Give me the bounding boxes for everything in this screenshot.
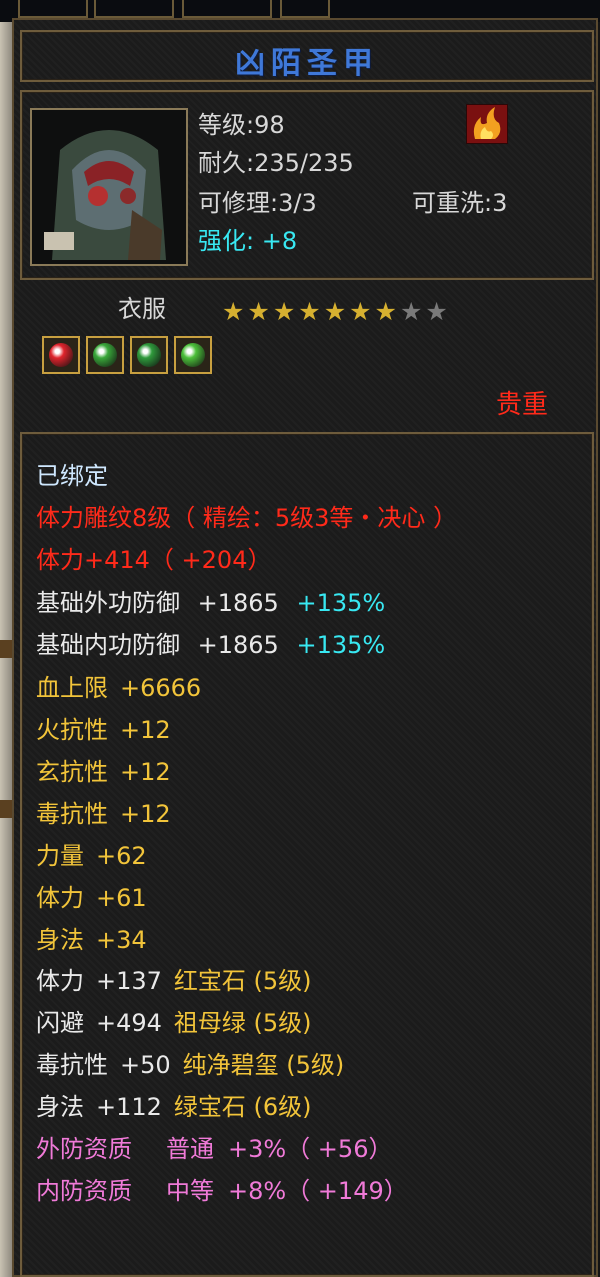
enhance-value: +8 [261, 227, 298, 255]
jade-gem-icon[interactable] [130, 336, 168, 374]
inner-defense-value: +1865 [197, 631, 279, 659]
title-frame: 凶陌圣甲 [20, 30, 594, 82]
inner-quality: 内防资质 中等 +8%（ +149） [36, 1176, 408, 1206]
item-rewash: 可重洗:3 [412, 189, 508, 217]
inner-defense-label: 基础内功防御 [36, 631, 180, 659]
stamina-label: 体力 [36, 884, 84, 912]
star-filled-icon: ★ [272, 297, 296, 326]
strength-label: 力量 [36, 842, 84, 870]
gem-dot [93, 343, 117, 367]
outer-defense: 基础外功防御 +1865 +135% [36, 588, 385, 618]
item-enhance: 强化: +8 [198, 226, 297, 256]
xuan-resist-label: 玄抗性 [36, 758, 108, 786]
gem-stat-row: 毒抗性 +50 纯净碧玺 (5级) [36, 1050, 344, 1080]
inner-defense-pct: +135% [296, 631, 386, 659]
agility-value: +34 [96, 926, 147, 954]
outer-defense-label: 基础外功防御 [36, 589, 180, 617]
star-filled-icon: ★ [247, 297, 270, 326]
hp-max-value: +6666 [120, 674, 202, 702]
background-marker [0, 640, 12, 658]
background-marker [0, 800, 12, 818]
star-empty-icon: ★ [425, 297, 448, 326]
item-icon-armor [30, 108, 188, 266]
gem-stat-value: +137 [96, 967, 162, 995]
star-filled-icon: ★ [374, 297, 397, 326]
gem-stat-label: 身法 [36, 1093, 84, 1121]
gem-stat-row: 闪避 +494 祖母绿 (5级) [36, 1008, 312, 1038]
item-type: 衣服 [118, 295, 166, 323]
agility: 身法 +34 [36, 925, 147, 955]
gem-stat-gem: 红宝石 (5级) [173, 967, 312, 995]
star-filled-icon: ★ [349, 297, 372, 326]
fire-resist-label: 火抗性 [36, 716, 108, 744]
hp-max-label: 血上限 [36, 674, 108, 702]
stamina-main: 体力+414（ +204） [36, 546, 272, 574]
top-tab-2[interactable] [94, 0, 174, 18]
star-filled-icon: ★ [222, 297, 245, 326]
item-repair: 可修理:3/3 [198, 189, 317, 217]
gem-dot [49, 343, 73, 367]
quality-label: 外防资质 [36, 1135, 132, 1163]
top-tab-1[interactable] [18, 0, 88, 18]
poison-resist: 毒抗性 +12 [36, 799, 171, 829]
quality-value: +3%（ +56） [228, 1135, 393, 1163]
stamina-value: +61 [96, 884, 147, 912]
gem-stat-value: +50 [120, 1051, 171, 1079]
gem-stat-gem: 祖母绿 (5级) [173, 1009, 312, 1037]
gem-slots [42, 336, 212, 374]
outer-defense-value: +1865 [197, 589, 279, 617]
poison-resist-label: 毒抗性 [36, 800, 108, 828]
flame-badge-icon [466, 104, 508, 144]
bound-status: 已绑定 [36, 462, 108, 490]
star-filled-icon: ★ [323, 297, 347, 326]
gem-stat-value: +494 [96, 1009, 162, 1037]
enhance-label: 强化: [198, 227, 255, 255]
gem-stat-gem: 纯净碧玺 (5级) [182, 1051, 345, 1079]
star-empty-icon: ★ [399, 297, 423, 326]
inner-defense: 基础内功防御 +1865 +135% [36, 630, 385, 660]
item-level: 等级:98 [198, 111, 285, 139]
xuan-resist: 玄抗性 +12 [36, 757, 171, 787]
hp-max: 血上限 +6666 [36, 673, 201, 703]
gem-dot [181, 343, 205, 367]
poison-resist-value: +12 [120, 800, 171, 828]
item-name: 凶陌圣甲 [235, 46, 379, 81]
quality-grade: 中等 [166, 1177, 214, 1205]
agility-label: 身法 [36, 926, 84, 954]
gem-stat-value: +112 [96, 1093, 162, 1121]
emerald-gem-icon[interactable] [86, 336, 124, 374]
stamina: 体力 +61 [36, 883, 147, 913]
item-durability: 耐久:235/235 [198, 149, 354, 177]
xuan-resist-value: +12 [120, 758, 171, 786]
ruby-gem-icon[interactable] [42, 336, 80, 374]
item-rarity: 贵重 [496, 390, 549, 420]
gem-stat-gem: 绿宝石 (6级) [173, 1093, 312, 1121]
gem-stat-label: 体力 [36, 967, 84, 995]
green-gem-icon[interactable] [174, 336, 212, 374]
strength-value: +62 [96, 842, 147, 870]
gem-stat-row: 体力 +137 红宝石 (5级) [36, 966, 312, 996]
outer-defense-pct: +135% [296, 589, 386, 617]
top-tab-3[interactable] [182, 0, 272, 18]
gem-stat-label: 毒抗性 [36, 1051, 108, 1079]
gem-stat-row: 身法 +112 绿宝石 (6级) [36, 1092, 312, 1122]
outer-quality: 外防资质 普通 +3%（ +56） [36, 1134, 392, 1164]
quality-value: +8%（ +149） [228, 1177, 408, 1205]
engrave-line: 体力雕纹8级（ 精绘：5级3等・决心 ） [36, 504, 458, 532]
gem-dot [137, 343, 161, 367]
strength: 力量 +62 [36, 841, 147, 871]
star-filled-icon: ★ [298, 297, 321, 326]
quality-label: 内防资质 [36, 1177, 132, 1205]
quality-grade: 普通 [166, 1135, 214, 1163]
star-rating: ★ ★ ★ ★ ★ ★ ★ ★ ★ [222, 298, 448, 326]
fire-resist-value: +12 [120, 716, 171, 744]
gem-stat-label: 闪避 [36, 1009, 84, 1037]
top-tab-4[interactable] [280, 0, 330, 18]
fire-resist: 火抗性 +12 [36, 715, 171, 745]
